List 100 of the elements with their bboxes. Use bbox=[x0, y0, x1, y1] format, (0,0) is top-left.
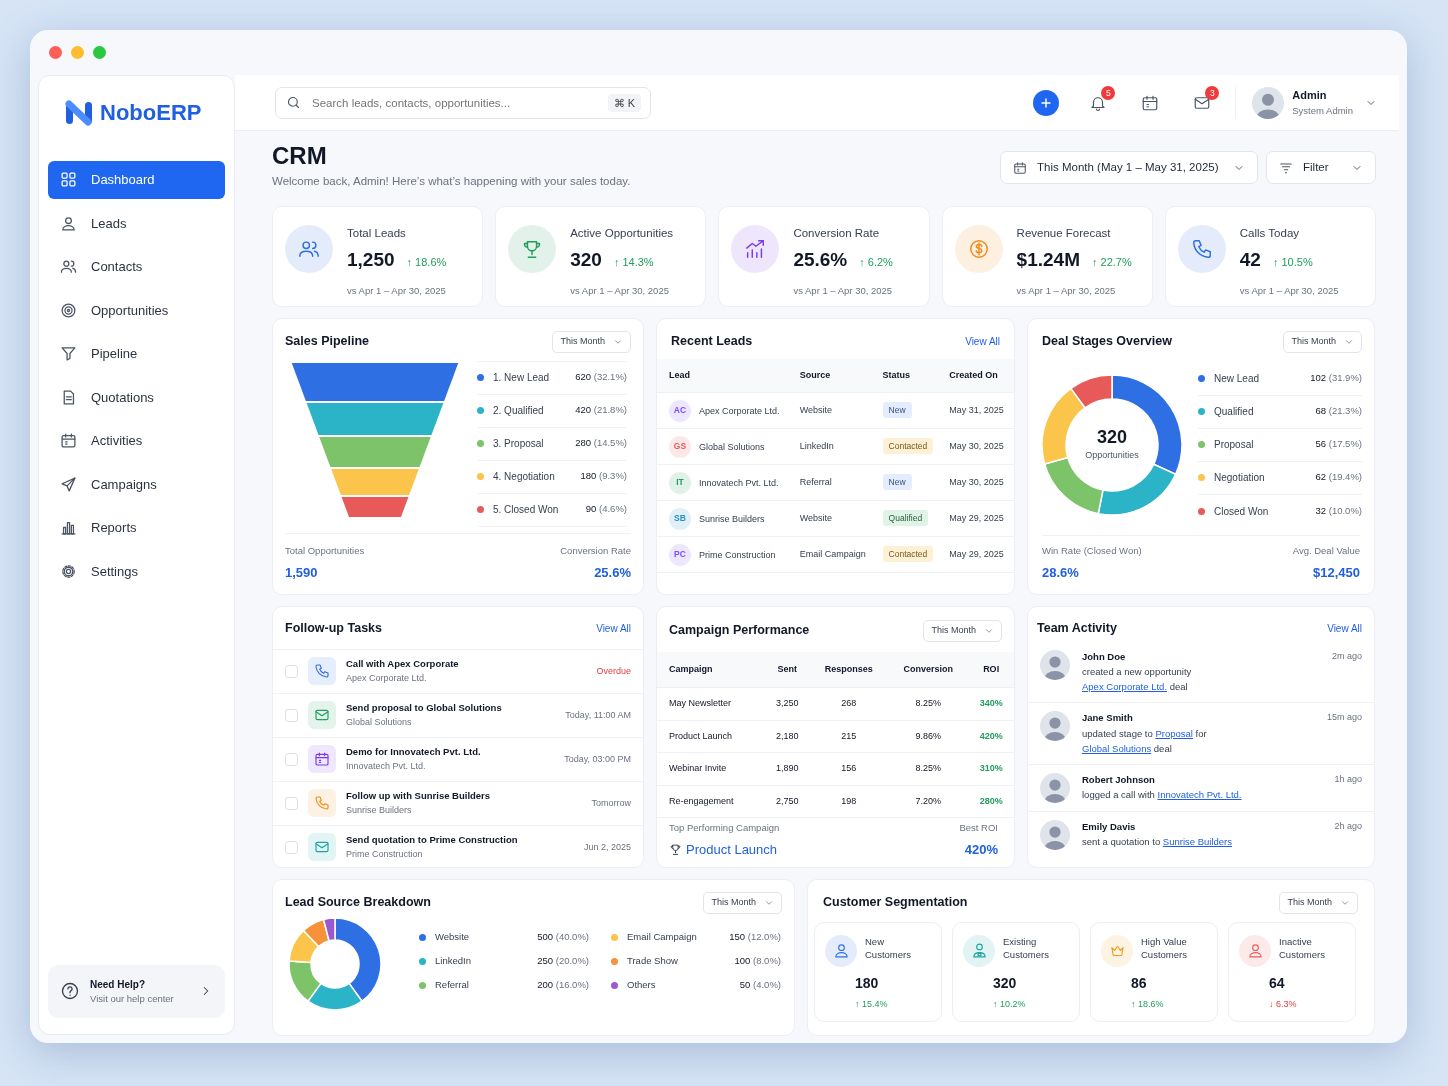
legend-value: 90 (4.6%) bbox=[585, 502, 627, 517]
add-button[interactable] bbox=[1033, 89, 1060, 116]
help-card[interactable]: Need Help? Visit our help center bbox=[48, 964, 225, 1018]
view-all-link[interactable]: View All bbox=[1327, 620, 1362, 636]
sidebar-item[interactable]: Opportunities bbox=[48, 291, 225, 329]
task-checkbox[interactable] bbox=[285, 840, 298, 854]
activity-link[interactable]: Global Solutions bbox=[1082, 742, 1152, 754]
kpi-period: vs Apr 1 – Apr 30, 2025 bbox=[1239, 283, 1339, 298]
table-cell: 156 bbox=[809, 752, 889, 785]
card-title: Lead Source Breakdown bbox=[285, 894, 431, 912]
phone-icon bbox=[314, 663, 330, 680]
sidebar-item[interactable]: Quotations bbox=[48, 378, 225, 416]
window-control[interactable] bbox=[71, 46, 84, 59]
footer-label: Total Opportunities bbox=[285, 544, 365, 559]
legend-label: Others bbox=[627, 978, 656, 993]
task-title: Call with Apex Corporate bbox=[346, 657, 459, 672]
phone-icon bbox=[314, 795, 330, 812]
sidebar-item[interactable]: Contacts bbox=[48, 248, 225, 286]
period-dropdown[interactable]: This Month bbox=[1283, 331, 1362, 353]
legend-value: 620 (32.1%) bbox=[575, 370, 627, 385]
legend-value: 50 (4.0%) bbox=[739, 978, 781, 993]
avatar bbox=[1252, 86, 1285, 119]
date-range-dropdown[interactable]: This Month (May 1 – May 31, 2025) bbox=[1000, 151, 1258, 184]
kpi-change: ↑ 22.7% bbox=[1091, 255, 1132, 271]
user-icon bbox=[60, 214, 77, 232]
kpi-period: vs Apr 1 – Apr 30, 2025 bbox=[570, 283, 670, 298]
period-dropdown[interactable]: This Month bbox=[1279, 892, 1358, 914]
table-cell: Email Campaign bbox=[793, 536, 877, 573]
activity-text: logged a call with Innovatech Pvt. Ltd. bbox=[1082, 788, 1242, 803]
task-checkbox[interactable] bbox=[285, 664, 298, 678]
member-name: John Doe bbox=[1082, 649, 1127, 664]
legend-value: 56 (17.5%) bbox=[1315, 437, 1362, 452]
lead-name: Innovatech Pvt. Ltd. bbox=[699, 477, 779, 488]
kpi-change: ↑ 18.6% bbox=[406, 255, 447, 271]
task-company: Prime Construction bbox=[346, 847, 424, 861]
table-cell: LinkedIn bbox=[793, 428, 877, 465]
status-badge: New bbox=[882, 474, 912, 490]
view-all-link[interactable]: View All bbox=[965, 333, 1000, 349]
column-header: Conversion bbox=[888, 651, 969, 688]
legend-label: Qualified bbox=[1214, 405, 1254, 419]
table-cell: 280% bbox=[968, 785, 1014, 818]
table-cell: 7.20% bbox=[888, 785, 969, 818]
user-icon bbox=[1246, 942, 1264, 959]
center-value: 320 bbox=[1095, 427, 1128, 446]
legend-value: 68 (21.3%) bbox=[1315, 404, 1362, 419]
period-dropdown[interactable]: This Month bbox=[703, 892, 782, 914]
task-due: Jun 2, 2025 bbox=[583, 840, 631, 854]
footer-value: $12,450 bbox=[1312, 563, 1360, 582]
status-badge: Contacted bbox=[882, 438, 934, 454]
kpi-value: 42 bbox=[1239, 248, 1261, 273]
card-title: Deal Stages Overview bbox=[1042, 333, 1172, 351]
sidebar-item[interactable]: Dashboard bbox=[48, 161, 225, 199]
task-checkbox[interactable] bbox=[285, 796, 298, 810]
legend-label: 2. Qualified bbox=[493, 404, 544, 418]
activity-time: 15m ago bbox=[1326, 711, 1362, 725]
calendar-icon bbox=[1013, 160, 1027, 175]
legend-label: LinkedIn bbox=[435, 954, 471, 969]
user-role: System Admin bbox=[1292, 103, 1353, 118]
legend-label: 3. Proposal bbox=[493, 437, 544, 451]
period-dropdown[interactable]: This Month bbox=[552, 331, 631, 353]
window-control[interactable] bbox=[49, 46, 62, 59]
activity-link[interactable]: Innovatech Pvt. Ltd. bbox=[1157, 789, 1242, 801]
settings-icon bbox=[60, 562, 77, 580]
window-control[interactable] bbox=[93, 46, 106, 59]
paper-plane-icon bbox=[60, 475, 77, 493]
kpi-label: Active Opportunities bbox=[570, 226, 674, 241]
avatar bbox=[1040, 773, 1070, 803]
top-campaign-link[interactable]: Product Launch bbox=[686, 839, 778, 859]
footer-value: 420% bbox=[963, 840, 998, 859]
period-dropdown[interactable]: This Month bbox=[923, 620, 1002, 642]
initials-avatar: GS bbox=[669, 435, 691, 458]
activity-time: 2h ago bbox=[1334, 820, 1362, 833]
activity-link[interactable]: Apex Corporate Ltd. bbox=[1082, 681, 1168, 693]
legend-label: Proposal bbox=[1214, 438, 1254, 452]
status-badge: New bbox=[882, 402, 912, 418]
card-title: Sales Pipeline bbox=[285, 333, 370, 351]
kpi-period: vs Apr 1 – Apr 30, 2025 bbox=[793, 283, 893, 298]
activity-link[interactable]: Sunrise Builders bbox=[1162, 836, 1232, 848]
funnel-icon bbox=[60, 345, 77, 363]
view-all-link[interactable]: View All bbox=[596, 620, 631, 636]
task-company: Apex Corporate Ltd. bbox=[346, 671, 428, 685]
sidebar-item[interactable]: Leads bbox=[48, 204, 225, 242]
table-cell: May 30, 2025 bbox=[943, 464, 1014, 501]
filter-dropdown[interactable]: Filter bbox=[1266, 151, 1376, 184]
activity-link[interactable]: Proposal bbox=[1155, 727, 1193, 739]
task-checkbox[interactable] bbox=[285, 708, 298, 722]
legend-value: 250 (20.0%) bbox=[537, 954, 589, 969]
count-badge: 3 bbox=[1205, 86, 1220, 101]
sidebar-item[interactable]: Settings bbox=[48, 552, 225, 590]
task-checkbox[interactable] bbox=[285, 752, 298, 766]
brand-name: NoboERP bbox=[100, 99, 202, 127]
sidebar-item[interactable]: Reports bbox=[48, 509, 225, 547]
sidebar-item[interactable]: Campaigns bbox=[48, 465, 225, 503]
kpi-value: 25.6% bbox=[793, 248, 848, 273]
sidebar-item[interactable]: Pipeline bbox=[48, 335, 225, 373]
legend-label: Website bbox=[435, 930, 470, 945]
legend-value: 500 (40.0%) bbox=[537, 930, 589, 945]
task-title: Send quotation to Prime Construction bbox=[346, 833, 518, 848]
sidebar-item[interactable]: Activities bbox=[48, 422, 225, 460]
segment-label: Existing Customers bbox=[1003, 934, 1050, 963]
